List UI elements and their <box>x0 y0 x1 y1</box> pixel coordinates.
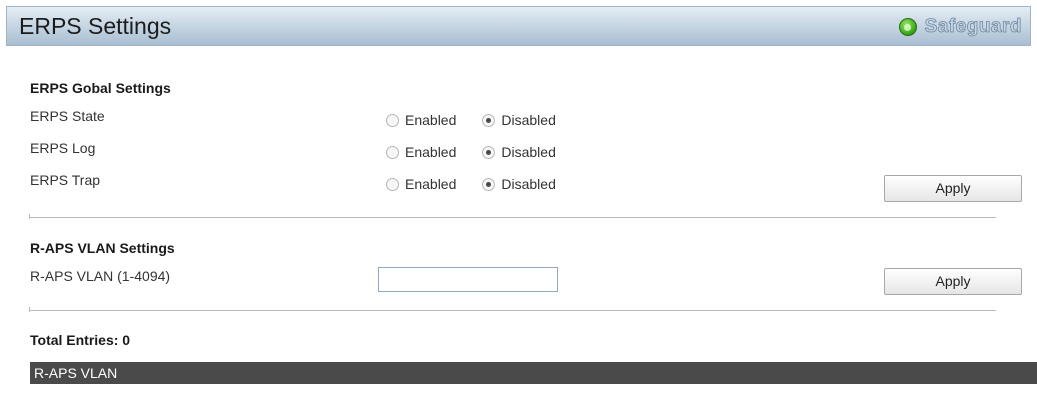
radio-disabled-label: Disabled <box>501 112 556 128</box>
column-header-raps-vlan: R-APS VLAN <box>34 365 118 381</box>
erps-state-disabled-radio[interactable]: Disabled <box>482 112 556 128</box>
radio-disabled-label: Disabled <box>501 144 556 160</box>
page-title: ERPS Settings <box>19 13 172 39</box>
safeguard-status-icon <box>898 18 917 36</box>
erps-log-disabled-radio[interactable]: Disabled <box>482 144 556 160</box>
erps-trap-radio-group: Enabled Disabled <box>386 176 582 192</box>
raps-apply-button[interactable]: Apply <box>884 268 1022 295</box>
radio-enabled-label: Enabled <box>405 176 457 192</box>
erps-trap-label: ERPS Trap <box>30 172 101 188</box>
erps-log-label: ERPS Log <box>30 140 96 156</box>
erps-log-radio-group: Enabled Disabled <box>386 144 582 160</box>
erps-state-label: ERPS State <box>30 108 105 124</box>
radio-unchecked-icon <box>386 177 399 191</box>
radio-unchecked-icon <box>386 145 399 159</box>
erps-log-enabled-radio[interactable]: Enabled <box>386 144 456 160</box>
radio-disabled-label: Disabled <box>501 176 556 192</box>
erps-trap-disabled-radio[interactable]: Disabled <box>482 176 556 192</box>
erps-state-radio-group: Enabled Disabled <box>386 112 582 128</box>
erps-trap-enabled-radio[interactable]: Enabled <box>386 176 456 192</box>
safeguard-indicator: Safeguard <box>898 16 1022 38</box>
section-divider <box>29 307 996 312</box>
section-divider <box>29 214 996 219</box>
radio-enabled-label: Enabled <box>405 144 457 160</box>
radio-unchecked-icon <box>386 113 399 127</box>
radio-checked-icon <box>482 113 496 127</box>
title-bar: ERPS Settings Safeguard <box>6 6 1031 46</box>
global-settings-title: ERPS Gobal Settings <box>30 80 171 96</box>
raps-settings-title: R-APS VLAN Settings <box>30 240 175 256</box>
raps-vlan-label: R-APS VLAN (1-4094) <box>30 268 171 284</box>
erps-state-enabled-radio[interactable]: Enabled <box>386 112 456 128</box>
raps-vlan-input[interactable] <box>378 267 558 292</box>
global-apply-button[interactable]: Apply <box>884 175 1022 202</box>
table-header: R-APS VLAN <box>30 362 1037 384</box>
radio-checked-icon <box>482 145 496 159</box>
safeguard-label: Safeguard <box>924 16 1022 38</box>
total-entries-label: Total Entries: 0 <box>30 332 131 348</box>
radio-checked-icon <box>482 177 496 191</box>
radio-enabled-label: Enabled <box>405 112 457 128</box>
